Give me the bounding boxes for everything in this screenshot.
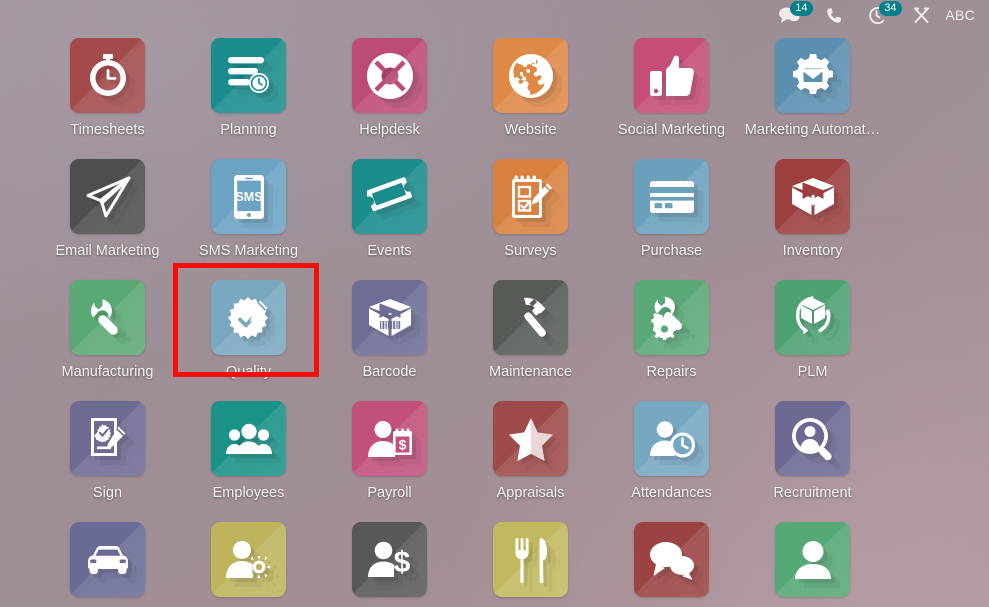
- user-menu[interactable]: ABC: [945, 7, 975, 23]
- star-icon[interactable]: [493, 401, 568, 476]
- messages-menu[interactable]: 14: [778, 1, 813, 24]
- app-tile-events[interactable]: Events: [319, 149, 460, 270]
- app-tile-helpdesk[interactable]: Helpdesk: [319, 28, 460, 149]
- app-tile-plm[interactable]: PLM: [742, 270, 883, 391]
- clipboard-pencil-icon[interactable]: [493, 159, 568, 234]
- app-label: Surveys: [504, 243, 557, 259]
- globe-icon[interactable]: [493, 38, 568, 113]
- ticket-icon[interactable]: [352, 159, 427, 234]
- activities-badge: 34: [879, 0, 902, 16]
- tools-icon: [912, 6, 931, 25]
- app-tile-sign[interactable]: Sign: [37, 391, 178, 512]
- app-tile-social-marketing[interactable]: Social Marketing: [601, 28, 742, 149]
- cube-cycle-icon[interactable]: [775, 280, 850, 355]
- app-tile-timesheets[interactable]: Timesheets: [37, 28, 178, 149]
- svg-text:$: $: [398, 436, 406, 452]
- svg-text:$: $: [393, 546, 410, 579]
- app-label: Barcode: [362, 364, 417, 380]
- person-clock-icon[interactable]: [634, 401, 709, 476]
- systray: 14 34 ABC: [0, 0, 989, 30]
- thumbs-up-icon[interactable]: [634, 38, 709, 113]
- app-label: Email Marketing: [55, 243, 160, 259]
- person-search-icon[interactable]: [775, 401, 850, 476]
- wrench-icon[interactable]: [70, 280, 145, 355]
- app-label: Planning: [220, 122, 277, 138]
- app-label: Repairs: [646, 364, 697, 380]
- app-tile-live-chat[interactable]: Live Chat: [601, 512, 742, 607]
- barcode-box-icon[interactable]: [352, 280, 427, 355]
- app-label: Events: [367, 243, 412, 259]
- app-label: Employees: [212, 485, 285, 501]
- app-tile-employees[interactable]: Employees: [178, 391, 319, 512]
- app-tile-inventory[interactable]: Inventory: [742, 149, 883, 270]
- app-tile-appraisals[interactable]: Appraisals: [460, 391, 601, 512]
- car-icon[interactable]: [70, 522, 145, 597]
- paper-plane-icon[interactable]: [70, 159, 145, 234]
- app-tile-email-marketing[interactable]: Email Marketing: [37, 149, 178, 270]
- app-label: Maintenance: [488, 364, 573, 380]
- app-label: Inventory: [782, 243, 843, 259]
- app-tile-marketing-automat[interactable]: Marketing Automat…: [742, 28, 883, 149]
- messages-badge: 14: [790, 1, 813, 16]
- svg-text:SMS: SMS: [235, 190, 262, 204]
- app-label: Payroll: [367, 485, 412, 501]
- app-tile-website[interactable]: Website: [460, 28, 601, 149]
- app-label: Sign: [92, 485, 123, 501]
- app-tile-lunch[interactable]: Lunch: [460, 512, 601, 607]
- app-tile-expenses[interactable]: $ Expenses: [319, 512, 460, 607]
- activities-menu[interactable]: 34: [867, 0, 902, 25]
- app-tile-sms-marketing[interactable]: SMS SMS Marketing: [178, 149, 319, 270]
- app-label: SMS Marketing: [198, 243, 299, 259]
- app-label: Social Marketing: [617, 122, 726, 138]
- app-tile-recruitment[interactable]: Recruitment: [742, 391, 883, 512]
- app-label: Helpdesk: [359, 122, 420, 138]
- app-label: Website: [504, 122, 557, 138]
- app-tile-members[interactable]: Members: [742, 512, 883, 607]
- tools-menu[interactable]: [912, 6, 931, 25]
- app-tile-maintenance[interactable]: Maintenance: [460, 270, 601, 391]
- quality-seal-icon[interactable]: [211, 280, 286, 355]
- signed-document-icon[interactable]: [70, 401, 145, 476]
- fork-knife-icon[interactable]: [493, 522, 568, 597]
- phone-menu[interactable]: [826, 7, 843, 24]
- hammer-icon[interactable]: [493, 280, 568, 355]
- wrench-gear-icon[interactable]: [634, 280, 709, 355]
- app-tile-fleet[interactable]: Fleet: [37, 512, 178, 607]
- app-tile-time-off[interactable]: Time Off: [178, 512, 319, 607]
- app-label: Marketing Automat…: [744, 122, 881, 138]
- people-group-icon[interactable]: [211, 401, 286, 476]
- app-label: Recruitment: [773, 485, 852, 501]
- gear-envelope-icon[interactable]: [775, 38, 850, 113]
- app-label: PLM: [797, 364, 828, 380]
- app-label: Quality: [225, 364, 272, 380]
- app-tile-surveys[interactable]: Surveys: [460, 149, 601, 270]
- planning-list-icon[interactable]: [211, 38, 286, 113]
- app-label: Purchase: [640, 243, 703, 259]
- person-icon[interactable]: [775, 522, 850, 597]
- lifebuoy-icon[interactable]: [352, 38, 427, 113]
- app-tile-attendances[interactable]: Attendances: [601, 391, 742, 512]
- app-tile-purchase[interactable]: Purchase: [601, 149, 742, 270]
- credit-card-icon[interactable]: [634, 159, 709, 234]
- stopwatch-icon[interactable]: [70, 38, 145, 113]
- app-tile-quality[interactable]: Quality: [178, 270, 319, 391]
- app-label: Appraisals: [496, 485, 565, 501]
- phone-icon: [826, 7, 843, 24]
- app-tile-planning[interactable]: Planning: [178, 28, 319, 149]
- app-label: Manufacturing: [61, 364, 154, 380]
- app-tile-repairs[interactable]: Repairs: [601, 270, 742, 391]
- app-tile-payroll[interactable]: $ Payroll: [319, 391, 460, 512]
- sms-phone-icon[interactable]: SMS: [211, 159, 286, 234]
- apps-grid: Timesheets Planning Helpdesk Website Soc…: [0, 28, 989, 607]
- app-tile-barcode[interactable]: Barcode: [319, 270, 460, 391]
- open-box-icon[interactable]: [775, 159, 850, 234]
- app-tile-manufacturing[interactable]: Manufacturing: [37, 270, 178, 391]
- person-dollar-icon[interactable]: $: [352, 522, 427, 597]
- person-sun-icon[interactable]: [211, 522, 286, 597]
- app-label: Timesheets: [70, 122, 145, 138]
- person-money-icon[interactable]: $: [352, 401, 427, 476]
- chat-bubbles-icon[interactable]: [634, 522, 709, 597]
- app-label: Attendances: [631, 485, 712, 501]
